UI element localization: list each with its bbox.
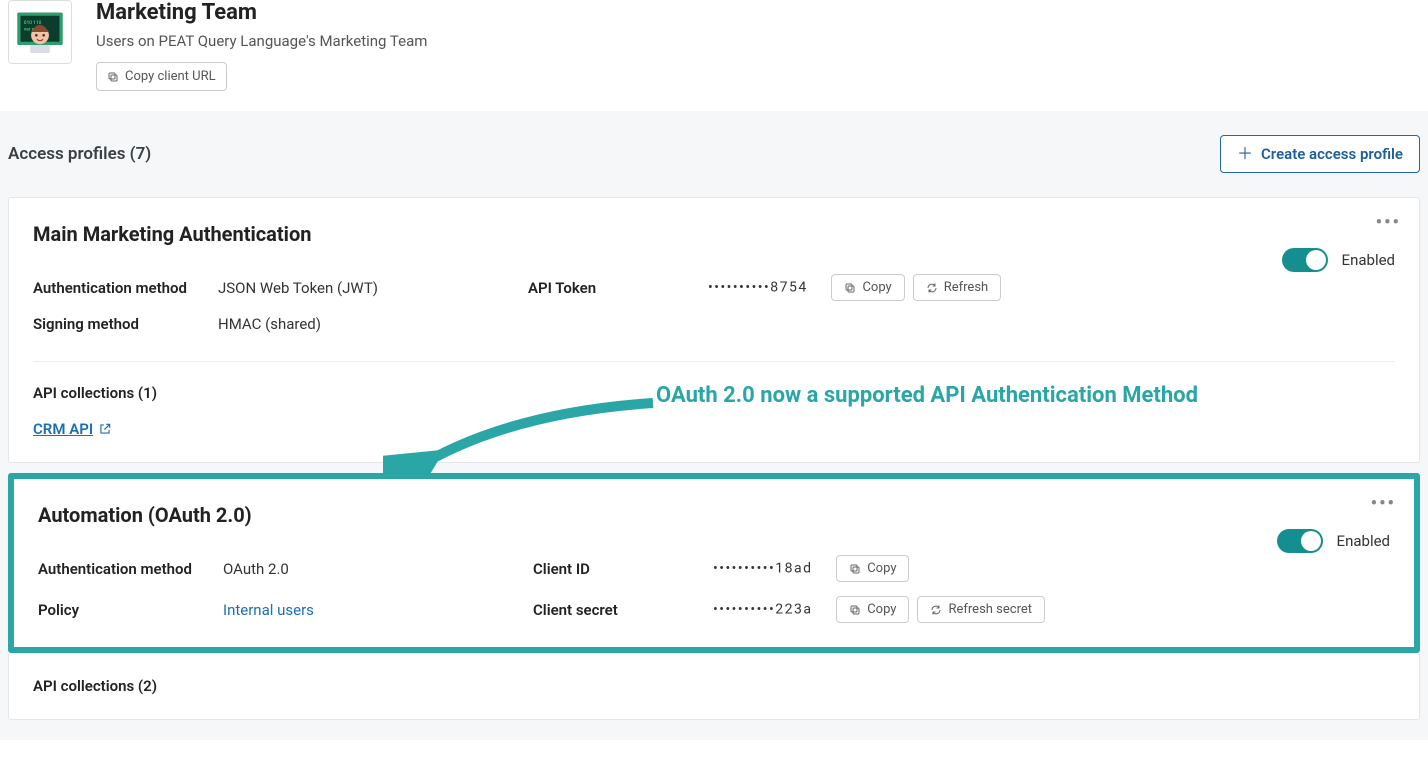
api-collection-link-label: CRM API xyxy=(33,420,93,438)
avatar: 010 110 var x ; xyxy=(8,0,72,64)
enable-toggle[interactable] xyxy=(1282,248,1328,272)
copy-token-button[interactable]: Copy xyxy=(831,274,904,301)
auth-method-value: JSON Web Token (JWT) xyxy=(218,279,518,297)
auth-method-label: Authentication method xyxy=(33,279,208,297)
api-collections-title: API collections (2) xyxy=(33,677,1395,695)
policy-link[interactable]: Internal users xyxy=(223,601,314,619)
enable-label: Enabled xyxy=(1342,251,1395,269)
api-collection-link-crm[interactable]: CRM API xyxy=(33,420,112,438)
create-access-profile-button[interactable]: ＋ Create access profile xyxy=(1220,135,1420,173)
avatar-illustration-icon: 010 110 var x ; xyxy=(14,6,66,58)
client-secret-label: Client secret xyxy=(533,601,703,619)
copy-client-secret-button[interactable]: Copy xyxy=(836,596,909,623)
card-menu-button[interactable]: ••• xyxy=(1371,493,1396,514)
profile-card-title: Automation (OAuth 2.0) xyxy=(38,503,1390,527)
copy-icon xyxy=(107,71,119,83)
enable-row: Enabled xyxy=(1282,248,1395,272)
profile-card-title: Main Marketing Authentication xyxy=(33,222,1395,246)
policy-value: Internal users xyxy=(223,601,523,619)
page-title: Marketing Team xyxy=(96,0,427,26)
copy-client-url-label: Copy client URL xyxy=(125,69,216,84)
profile-details-grid: Authentication method OAuth 2.0 Client I… xyxy=(38,555,1390,623)
profile-card-automation-collections: API collections (2) xyxy=(8,653,1420,720)
client-id-label: Client ID xyxy=(533,560,703,578)
refresh-client-secret-label: Refresh secret xyxy=(948,602,1032,617)
card-menu-button[interactable]: ••• xyxy=(1376,212,1401,233)
refresh-client-secret-button[interactable]: Refresh secret xyxy=(917,596,1045,623)
profile-card-main-marketing: ••• Enabled Main Marketing Authenticatio… xyxy=(8,197,1420,463)
section-header: Access profiles (7) ＋ Create access prof… xyxy=(8,135,1420,173)
copy-icon xyxy=(849,563,861,575)
signing-method-label: Signing method xyxy=(33,315,208,333)
refresh-icon xyxy=(926,282,938,294)
profile-card-automation-oauth: ••• Enabled Automation (OAuth 2.0) Authe… xyxy=(8,473,1420,653)
refresh-token-label: Refresh xyxy=(944,280,988,295)
copy-icon xyxy=(844,282,856,294)
enable-toggle[interactable] xyxy=(1277,529,1323,553)
client-secret-cell: ••••••••••223a Copy Refresh secret xyxy=(713,596,1390,623)
annotation-text: OAuth 2.0 now a supported API Authentica… xyxy=(656,383,1198,408)
access-profiles-section: Access profiles (7) ＋ Create access prof… xyxy=(0,111,1428,740)
copy-icon xyxy=(849,604,861,616)
section-title: Access profiles (7) xyxy=(8,144,151,164)
api-token-cell: ••••••••••8754 Copy Refresh xyxy=(708,274,1395,301)
external-link-icon xyxy=(98,422,112,436)
profile-details-grid: Authentication method JSON Web Token (JW… xyxy=(33,274,1395,333)
copy-client-id-label: Copy xyxy=(867,561,896,576)
api-token-value: ••••••••••8754 xyxy=(708,280,808,296)
api-token-label: API Token xyxy=(528,279,698,297)
divider xyxy=(33,361,1395,362)
copy-token-label: Copy xyxy=(862,280,891,295)
auth-method-label: Authentication method xyxy=(38,560,213,578)
copy-client-secret-label: Copy xyxy=(867,602,896,617)
copy-client-id-button[interactable]: Copy xyxy=(836,555,909,582)
client-id-value: ••••••••••18ad xyxy=(713,561,812,577)
refresh-icon xyxy=(930,604,942,616)
page-header: 010 110 var x ; Marketing Team Users on … xyxy=(0,0,1428,111)
copy-client-url-button[interactable]: Copy client URL xyxy=(96,62,227,91)
create-access-profile-label: Create access profile xyxy=(1261,145,1403,163)
enable-row: Enabled xyxy=(1277,529,1390,553)
client-secret-value: ••••••••••223a xyxy=(713,602,812,618)
policy-label: Policy xyxy=(38,601,213,619)
refresh-token-button[interactable]: Refresh xyxy=(913,274,1001,301)
header-titles: Marketing Team Users on PEAT Query Langu… xyxy=(96,0,427,91)
auth-method-value: OAuth 2.0 xyxy=(223,560,523,578)
signing-method-value: HMAC (shared) xyxy=(218,315,518,333)
plus-icon: ＋ xyxy=(1237,146,1253,162)
page-subtitle: Users on PEAT Query Language's Marketing… xyxy=(96,32,427,50)
client-id-cell: ••••••••••18ad Copy xyxy=(713,555,1390,582)
enable-label: Enabled xyxy=(1337,532,1390,550)
